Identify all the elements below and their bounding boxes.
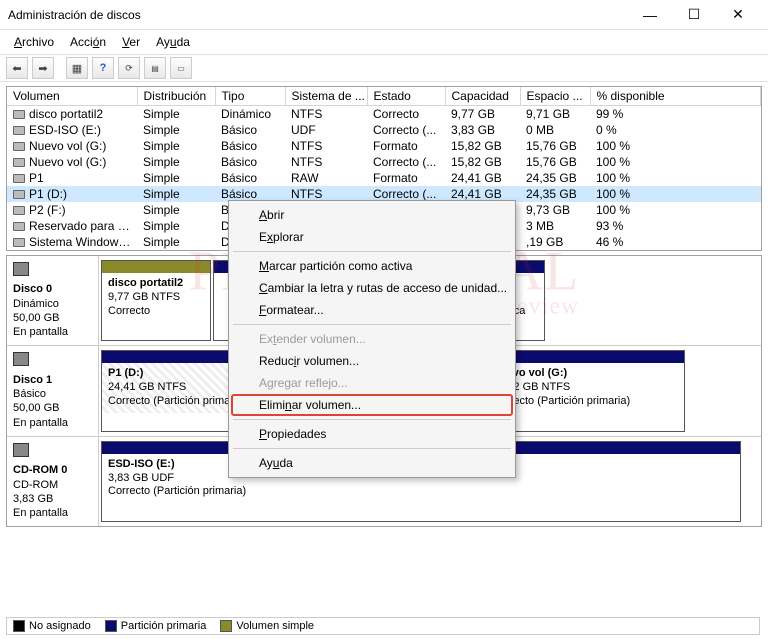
- context-menu-item: Agregar reflejo...: [231, 372, 513, 394]
- context-menu-item[interactable]: Formatear...: [231, 299, 513, 321]
- column-header[interactable]: Sistema de ...: [285, 87, 367, 106]
- toolbar: ⬅ ➡ ▦ ? ⟳ ▤ ▭: [0, 54, 768, 82]
- disk-icon: [13, 262, 29, 276]
- context-menu-item[interactable]: Propiedades: [231, 423, 513, 445]
- table-row[interactable]: ESD-ISO (E:)SimpleBásicoUDFCorrecto (...…: [7, 122, 761, 138]
- legend-item: Volumen simple: [220, 620, 314, 632]
- close-button[interactable]: ✕: [716, 1, 760, 29]
- disk-info: CD-ROM 0CD-ROM3,83 GBEn pantalla: [7, 437, 99, 526]
- context-menu: AbrirExplorar Marcar partición como activ…: [228, 200, 516, 478]
- context-menu-item[interactable]: Cambiar la letra y rutas de acceso de un…: [231, 277, 513, 299]
- context-menu-item[interactable]: Eliminar volumen...: [231, 394, 513, 416]
- disk-info: Disco 1Básico50,00 GBEn pantalla: [7, 346, 99, 435]
- layout-top-button[interactable]: ▤: [144, 57, 166, 79]
- help-icon[interactable]: ?: [92, 57, 114, 79]
- table-row[interactable]: P1SimpleBásicoRAWFormato24,41 GB24,35 GB…: [7, 170, 761, 186]
- table-row[interactable]: disco portatil2SimpleDinámicoNTFSCorrect…: [7, 106, 761, 123]
- column-header[interactable]: Distribución: [137, 87, 215, 106]
- menu-item[interactable]: Ver: [114, 32, 148, 52]
- minimize-button[interactable]: —: [628, 1, 672, 29]
- legend-item: No asignado: [13, 620, 91, 632]
- column-header[interactable]: Estado: [367, 87, 445, 106]
- partition[interactable]: disco portatil29,77 GB NTFSCorrecto: [101, 260, 211, 341]
- view-button[interactable]: ▦: [66, 57, 88, 79]
- menubar: ArchivoAcciónVerAyuda: [0, 30, 768, 54]
- maximize-button[interactable]: ☐: [672, 1, 716, 29]
- menu-item[interactable]: Acción: [62, 32, 114, 52]
- disk-info: Disco 0Dinámico50,00 GBEn pantalla: [7, 256, 99, 345]
- context-menu-item[interactable]: Explorar: [231, 226, 513, 248]
- context-menu-item[interactable]: Ayuda: [231, 452, 513, 474]
- layout-bottom-button[interactable]: ▭: [170, 57, 192, 79]
- legend-item: Partición primaria: [105, 620, 207, 632]
- legend: No asignado Partición primaria Volumen sim…: [6, 617, 760, 635]
- column-header[interactable]: Tipo: [215, 87, 285, 106]
- context-menu-item[interactable]: Abrir: [231, 204, 513, 226]
- context-menu-item[interactable]: Marcar partición como activa: [231, 255, 513, 277]
- context-menu-item[interactable]: Reducir volumen...: [231, 350, 513, 372]
- menu-item[interactable]: Ayuda: [148, 32, 198, 52]
- column-header[interactable]: Capacidad: [445, 87, 520, 106]
- refresh-button[interactable]: ⟳: [118, 57, 140, 79]
- window-title: Administración de discos: [8, 8, 628, 22]
- titlebar: Administración de discos — ☐ ✕: [0, 0, 768, 30]
- disk-icon: [13, 352, 29, 366]
- disk-icon: [13, 443, 29, 457]
- column-header[interactable]: Volumen: [7, 87, 137, 106]
- column-header[interactable]: % disponible: [590, 87, 761, 106]
- context-menu-item: Extender volumen...: [231, 328, 513, 350]
- table-row[interactable]: Nuevo vol (G:)SimpleBásicoNTFSFormato15,…: [7, 138, 761, 154]
- nav-fwd-button[interactable]: ➡: [32, 57, 54, 79]
- table-row[interactable]: Nuevo vol (G:)SimpleBásicoNTFSCorrecto (…: [7, 154, 761, 170]
- column-header[interactable]: Espacio ...: [520, 87, 590, 106]
- menu-item[interactable]: Archivo: [6, 32, 62, 52]
- nav-back-button[interactable]: ⬅: [6, 57, 28, 79]
